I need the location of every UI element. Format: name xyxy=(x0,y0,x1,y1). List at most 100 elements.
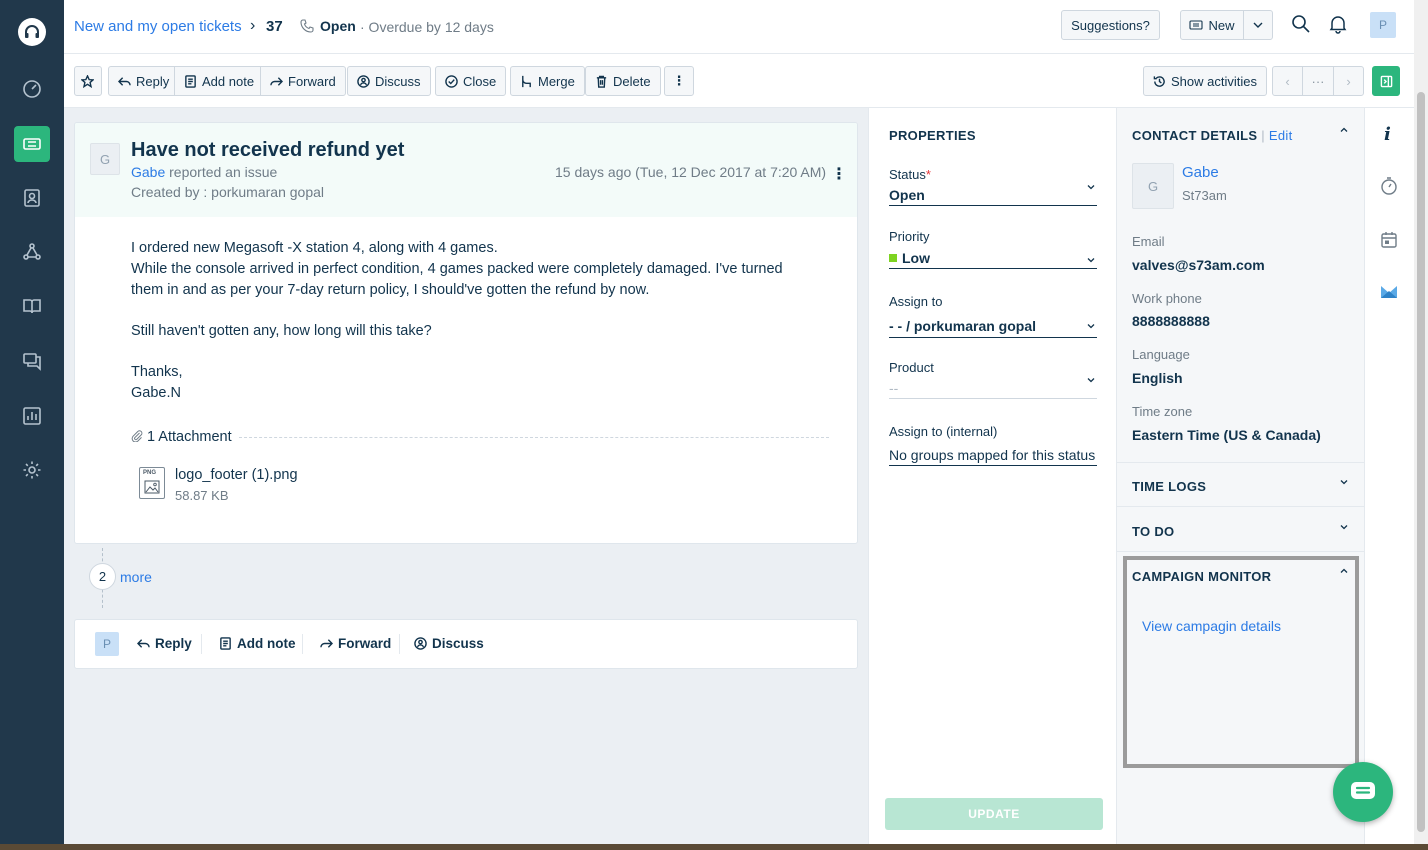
status-chevron-down-icon[interactable] xyxy=(1086,182,1096,192)
user-avatar[interactable]: P xyxy=(1370,12,1396,38)
message-body-line: them in and as per your 7-day return pol… xyxy=(131,282,650,298)
png-file-icon[interactable]: PNG xyxy=(139,467,165,499)
contact-details-title: CONTACT DETAILS | Edit xyxy=(1132,128,1292,143)
notifications-bell-icon[interactable] xyxy=(1328,14,1348,34)
suggestions-button[interactable]: Suggestions? xyxy=(1061,10,1160,40)
close-button-label: Close xyxy=(463,73,497,89)
star-button[interactable] xyxy=(74,66,102,96)
collapse-chevron-up-icon[interactable] xyxy=(1339,125,1349,135)
more-conversations-link[interactable]: more xyxy=(120,569,152,585)
forward-icon xyxy=(270,76,283,86)
reply-button[interactable]: Reply xyxy=(108,66,180,96)
message-body-line: Thanks, xyxy=(131,364,183,380)
update-button[interactable]: UPDATE xyxy=(885,798,1103,830)
assign-chevron-down-icon[interactable] xyxy=(1086,321,1096,331)
status-label: Status* xyxy=(889,167,931,182)
todo-chevron-down-icon[interactable] xyxy=(1339,522,1349,532)
ticket-subject: Have not received refund yet xyxy=(131,139,405,161)
reply-bar-discuss-button[interactable]: Discuss xyxy=(414,636,484,651)
merge-button[interactable]: Merge xyxy=(510,66,585,96)
note-icon xyxy=(185,74,196,88)
attachment-file-name[interactable]: logo_footer (1).png xyxy=(175,467,298,483)
product-select[interactable]: -- xyxy=(889,380,898,396)
timer-icon[interactable] xyxy=(1380,176,1398,196)
chat-widget-button[interactable] xyxy=(1333,762,1393,822)
required-asterisk: * xyxy=(925,167,931,182)
requester-name-link[interactable]: Gabe xyxy=(131,164,165,180)
overdue-text: · Overdue by 12 days xyxy=(360,19,494,35)
delete-button[interactable]: Delete xyxy=(585,66,661,96)
discuss-button[interactable]: Discuss xyxy=(347,66,431,96)
merge-icon xyxy=(522,75,531,87)
toggle-panel-icon[interactable] xyxy=(1372,66,1400,96)
reports-icon[interactable] xyxy=(14,398,50,434)
reply-bar-add-note-button[interactable]: Add note xyxy=(219,636,296,651)
section-divider xyxy=(1117,462,1365,463)
reply-bar-discuss-label: Discuss xyxy=(432,636,484,651)
agent-avatar: P xyxy=(95,632,119,656)
merge-button-label: Merge xyxy=(538,73,575,89)
assign-to-label: Assign to xyxy=(889,294,943,309)
forward-button[interactable]: Forward xyxy=(260,66,346,96)
ticket-number: 37 xyxy=(266,18,283,35)
more-actions-kebab-icon[interactable]: ⋮ xyxy=(664,66,694,96)
calendar-icon[interactable] xyxy=(1380,231,1398,249)
priority-value: Low xyxy=(902,250,930,266)
reply-icon xyxy=(137,639,150,648)
info-icon[interactable]: i xyxy=(1384,124,1391,145)
conversation-header: G Have not received refund yet Gabe repo… xyxy=(75,123,857,217)
note-icon xyxy=(220,637,231,650)
add-note-button-label: Add note xyxy=(202,73,255,89)
contact-name-link[interactable]: Gabe xyxy=(1182,164,1219,181)
title-separator: | xyxy=(1261,128,1265,143)
groups-icon[interactable] xyxy=(14,234,50,270)
breadcrumb-link[interactable]: New and my open tickets xyxy=(74,18,242,35)
close-button[interactable]: Close xyxy=(435,66,507,96)
priority-select[interactable]: Low xyxy=(889,250,930,266)
app-logo-icon[interactable] xyxy=(18,18,46,46)
time-logs-section[interactable]: TIME LOGS xyxy=(1132,479,1206,494)
search-icon[interactable] xyxy=(1291,14,1311,34)
section-divider xyxy=(1117,506,1365,507)
previous-ticket-chevron-icon[interactable]: ‹ xyxy=(1272,66,1303,96)
reply-bar-forward-button[interactable]: Forward xyxy=(320,636,391,651)
priority-label: Priority xyxy=(889,229,930,244)
time-logs-chevron-down-icon[interactable] xyxy=(1339,477,1349,487)
forward-button-label: Forward xyxy=(288,73,336,89)
product-chevron-down-icon[interactable] xyxy=(1086,375,1096,385)
tickets-icon[interactable] xyxy=(14,126,50,162)
contacts-icon[interactable] xyxy=(14,180,50,216)
ticket-pager-ellipsis[interactable]: ··· xyxy=(1302,66,1334,96)
knowledge-base-icon[interactable] xyxy=(14,288,50,324)
priority-color-swatch xyxy=(889,254,897,262)
add-note-button[interactable]: Add note xyxy=(174,66,265,96)
forums-icon[interactable] xyxy=(14,343,50,379)
message-options-kebab-icon[interactable]: ⋮ xyxy=(831,164,847,184)
page-scrollbar-thumb[interactable] xyxy=(1417,92,1425,832)
new-dropdown-chevron-icon[interactable] xyxy=(1243,10,1273,40)
reply-bar-reply-button[interactable]: Reply xyxy=(137,636,192,651)
next-ticket-chevron-icon[interactable]: › xyxy=(1333,66,1364,96)
campaign-monitor-app-icon[interactable] xyxy=(1380,285,1398,299)
edit-contact-link[interactable]: Edit xyxy=(1269,128,1293,143)
assign-to-select[interactable]: - - / porkumaran gopal xyxy=(889,318,1036,334)
attachment-divider xyxy=(239,437,829,438)
properties-panel: PROPERTIES Status* Open Priority Low Ass… xyxy=(868,108,1116,850)
contact-work-phone: 8888888888 xyxy=(1132,313,1210,329)
settings-gear-icon[interactable] xyxy=(14,452,50,488)
show-activities-button[interactable]: Show activities xyxy=(1143,66,1267,96)
status-select[interactable]: Open xyxy=(889,187,925,203)
phone-icon xyxy=(300,19,314,33)
more-count-badge[interactable]: 2 xyxy=(89,563,116,590)
properties-title: PROPERTIES xyxy=(889,128,976,143)
reply-bar-add-note-label: Add note xyxy=(237,636,296,651)
attachment-file-size: 58.87 KB xyxy=(175,488,229,503)
priority-chevron-down-icon[interactable] xyxy=(1086,255,1096,265)
requester-avatar: G xyxy=(90,143,120,175)
message-body-line: While the console arrived in perfect con… xyxy=(131,261,783,277)
todo-section[interactable]: TO DO xyxy=(1132,524,1174,539)
new-button[interactable]: New xyxy=(1180,10,1244,40)
product-underline xyxy=(889,398,1097,399)
assign-underline xyxy=(889,337,1097,338)
dashboard-icon[interactable] xyxy=(14,71,50,107)
